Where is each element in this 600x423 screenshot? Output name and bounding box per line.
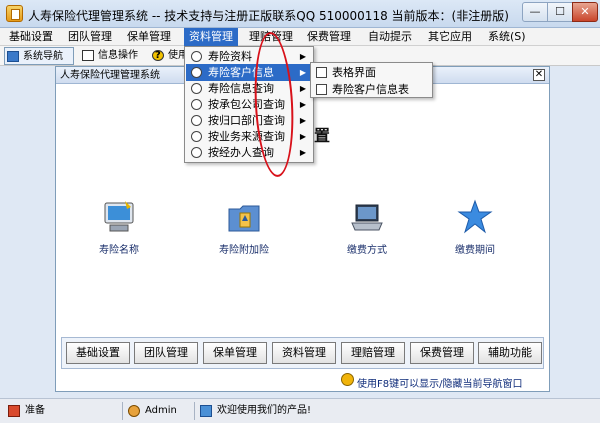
window-title: 人寿保险代理管理系统 -- 技术支持与注册正版联系QQ 510000118 当前… bbox=[28, 9, 509, 23]
feature-payment-period-label: 缴费期间 bbox=[455, 245, 495, 256]
menu-bar: 基础设置 团队管理 保单管理 资料管理 理赔管理 保费管理 自动提示 其它应用 … bbox=[0, 28, 600, 46]
system-nav-label: 系统导航 bbox=[23, 51, 63, 62]
status-bar: 准备 Admin 欢迎使用我们的产品! bbox=[0, 398, 600, 423]
feature-payment-period[interactable]: 缴费期间 bbox=[430, 199, 520, 256]
info-ops-button[interactable]: 信息操作 bbox=[80, 47, 146, 65]
data-management-button[interactable]: 资料管理 bbox=[272, 342, 336, 364]
data-management-dropdown: 寿险资料 ▶ 寿险客户信息 ▶ 寿险信息查询 ▶ 按承包公司查询 ▶ 按归口部门… bbox=[184, 46, 314, 163]
system-nav-button[interactable]: 系统导航 bbox=[4, 47, 74, 65]
feature-payment-method[interactable]: 缴费方式 bbox=[322, 199, 412, 256]
customer-info-submenu: 表格界面 寿险客户信息表 bbox=[310, 62, 433, 98]
status-divider bbox=[122, 402, 123, 420]
submenu-arrow-icon: ▶ bbox=[299, 52, 306, 61]
f8-hint-text: 使用F8键可以显示/隐藏当前导航窗口 bbox=[357, 379, 523, 390]
status-user-text: Admin bbox=[145, 405, 177, 416]
feature-payment-method-label: 缴费方式 bbox=[347, 245, 387, 256]
auxiliary-functions-button[interactable]: 辅助功能 bbox=[478, 342, 542, 364]
submenu-arrow-icon: ▶ bbox=[299, 132, 306, 141]
info-icon bbox=[200, 405, 212, 417]
dropdown-item-info-query[interactable]: 寿险信息查询 ▶ bbox=[186, 80, 312, 97]
feature-insurance-name-label: 寿险名称 bbox=[99, 245, 139, 256]
status-user: Admin bbox=[128, 404, 177, 418]
module-button-bar: 基础设置 团队管理 保单管理 资料管理 理赔管理 保费管理 辅助功能 bbox=[61, 337, 544, 369]
menu-item-icon bbox=[191, 83, 202, 94]
feature-insurance-name[interactable]: 寿险名称 bbox=[74, 199, 164, 256]
menu-item-icon bbox=[191, 51, 202, 62]
status-welcome: 欢迎使用我们的产品! bbox=[200, 404, 311, 418]
maximize-button[interactable]: ☐ bbox=[547, 2, 573, 22]
claims-management-button[interactable]: 理赔管理 bbox=[341, 342, 405, 364]
status-welcome-text: 欢迎使用我们的产品! bbox=[217, 405, 312, 416]
menu-premium[interactable]: 保费管理 bbox=[302, 28, 356, 46]
menu-system[interactable]: 系统(S) bbox=[483, 28, 531, 46]
menu-item-icon bbox=[191, 67, 202, 78]
minimize-button[interactable]: — bbox=[522, 2, 548, 22]
title-bar: 人寿保险代理管理系统 -- 技术支持与注册正版联系QQ 510000118 当前… bbox=[0, 0, 600, 28]
laptop-icon bbox=[349, 199, 385, 235]
ready-icon bbox=[8, 405, 20, 417]
feature-rider-insurance[interactable]: 寿险附加险 bbox=[199, 199, 289, 256]
info-ops-label: 信息操作 bbox=[98, 50, 138, 61]
menu-item-icon bbox=[191, 131, 202, 142]
dropdown-item-label: 寿险资料 bbox=[208, 50, 252, 63]
star-icon bbox=[457, 199, 493, 235]
menu-policy[interactable]: 保单管理 bbox=[122, 28, 176, 46]
submenu-arrow-icon: ▶ bbox=[299, 84, 306, 93]
menu-other-apps[interactable]: 其它应用 bbox=[423, 28, 477, 46]
menu-item-icon bbox=[191, 115, 202, 126]
table-icon bbox=[316, 84, 327, 95]
menu-item-icon bbox=[191, 147, 202, 158]
document-icon bbox=[82, 50, 94, 61]
basic-settings-button[interactable]: 基础设置 bbox=[66, 342, 130, 364]
menu-item-icon bbox=[191, 99, 202, 110]
computer-icon bbox=[101, 199, 137, 235]
dropdown-item-query-by-source[interactable]: 按业务来源查询 ▶ bbox=[186, 128, 312, 145]
menu-auto-reminder[interactable]: 自动提示 bbox=[363, 28, 417, 46]
status-ready: 准备 bbox=[8, 404, 45, 418]
team-management-button[interactable]: 团队管理 bbox=[134, 342, 198, 364]
menu-team[interactable]: 团队管理 bbox=[63, 28, 117, 46]
folder-icon bbox=[226, 199, 262, 235]
app-icon bbox=[6, 5, 23, 22]
status-ready-text: 准备 bbox=[25, 405, 45, 416]
f8-hint: 使用F8键可以显示/隐藏当前导航窗口 bbox=[341, 373, 523, 390]
menu-basic-settings[interactable]: 基础设置 bbox=[4, 28, 58, 46]
submenu-item-label: 寿险客户信息表 bbox=[332, 83, 409, 96]
premium-management-button[interactable]: 保费管理 bbox=[410, 342, 474, 364]
user-icon bbox=[128, 405, 140, 417]
user-icon bbox=[341, 373, 354, 386]
submenu-item-customer-table[interactable]: 寿险客户信息表 bbox=[312, 81, 431, 98]
panel-heading: 置 bbox=[314, 126, 331, 145]
submenu-item-label: 表格界面 bbox=[332, 66, 376, 79]
policy-management-button[interactable]: 保单管理 bbox=[203, 342, 267, 364]
submenu-arrow-icon: ▶ bbox=[299, 116, 306, 125]
dropdown-item-query-by-handler[interactable]: 按经办人查询 ▶ bbox=[186, 144, 312, 161]
feature-rider-insurance-label: 寿险附加险 bbox=[219, 245, 269, 256]
submenu-item-grid-view[interactable]: 表格界面 bbox=[312, 64, 431, 81]
grid-icon bbox=[316, 67, 327, 78]
status-divider bbox=[194, 402, 195, 420]
navigation-window-title: 人寿保险代理管理系统 bbox=[60, 70, 160, 81]
navigation-icon bbox=[7, 51, 19, 62]
menu-data-management[interactable]: 资料管理 bbox=[184, 28, 238, 46]
submenu-arrow-icon: ▶ bbox=[299, 100, 306, 109]
close-button[interactable]: ✕ bbox=[572, 2, 598, 22]
submenu-arrow-icon: ▶ bbox=[299, 148, 306, 157]
submenu-arrow-icon: ▶ bbox=[299, 68, 306, 77]
dropdown-item-insurance-data[interactable]: 寿险资料 ▶ bbox=[186, 48, 312, 65]
navigation-window-close-button[interactable]: ✕ bbox=[533, 69, 545, 81]
help-icon bbox=[152, 47, 164, 65]
dropdown-item-customer-info[interactable]: 寿险客户信息 ▶ bbox=[186, 64, 312, 81]
